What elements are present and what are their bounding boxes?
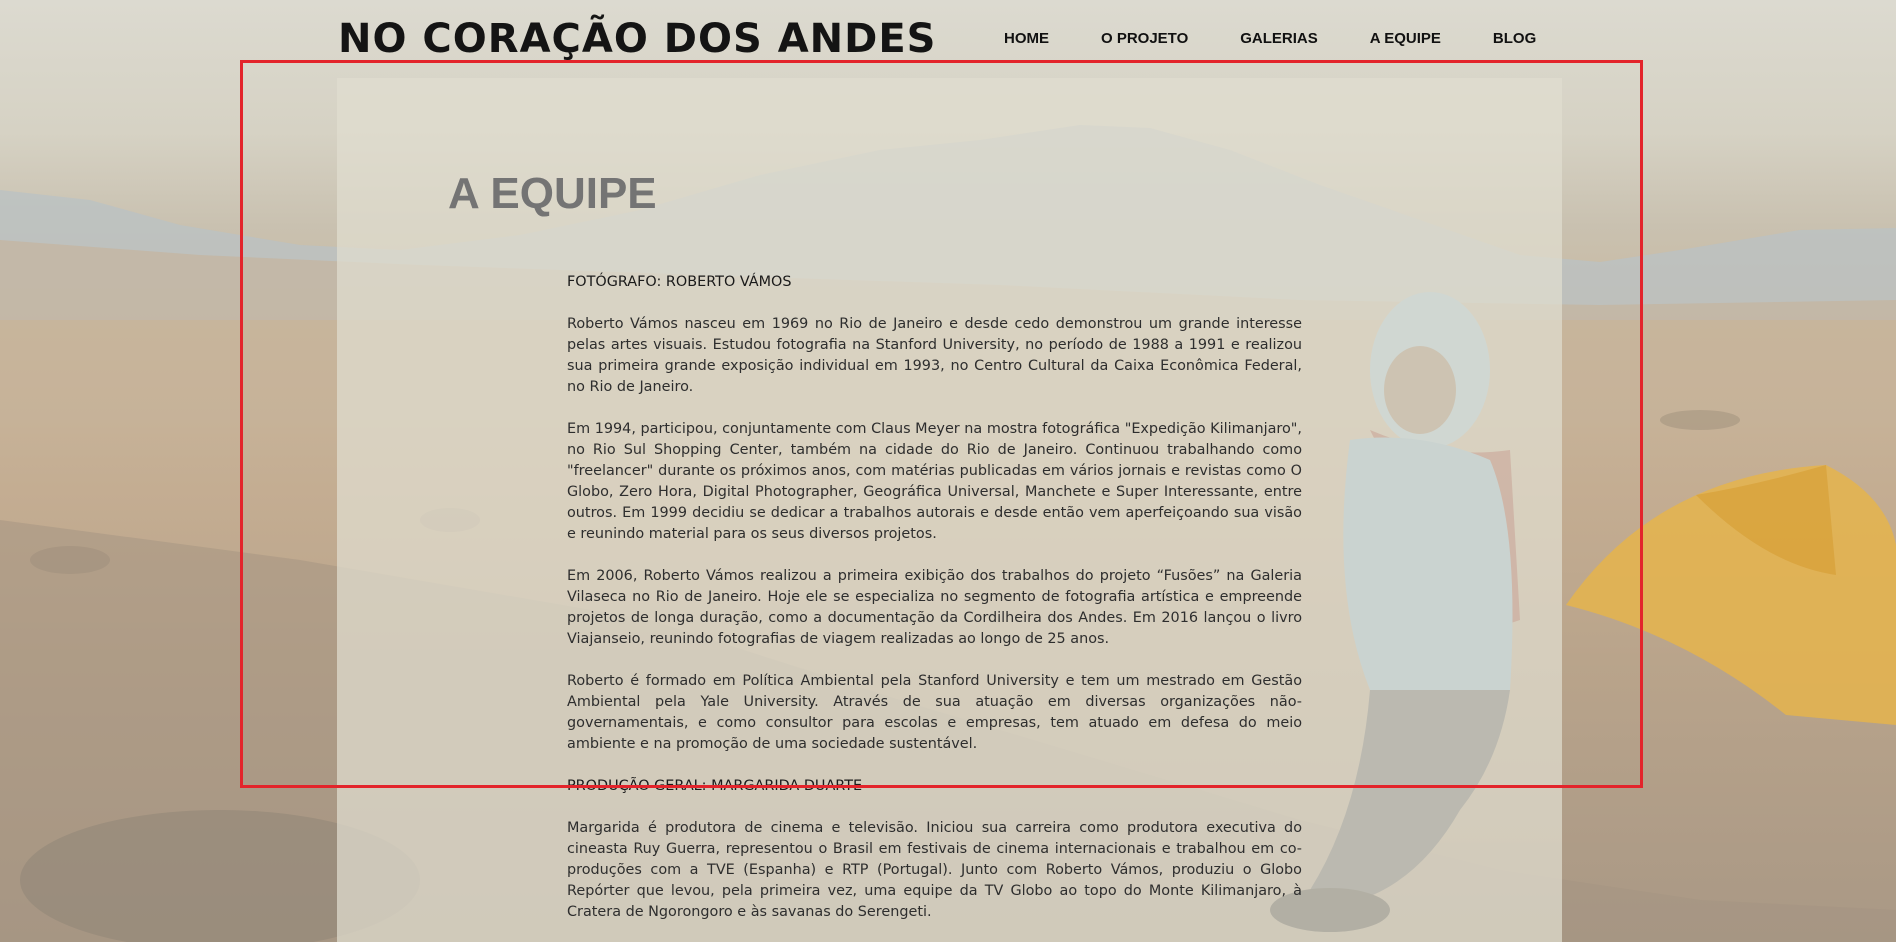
bio-paragraph: Em 1994, participou, conjuntamente com C… [567, 421, 1302, 542]
bio-paragraph: Roberto é formado em Política Ambiental … [567, 673, 1302, 752]
tent-image [1566, 465, 1896, 725]
member-heading: FOTÓGRAFO: ROBERTO VÁMOS [567, 274, 792, 290]
bio-paragraph: Em 2006, Roberto Vámos realizou a primei… [567, 568, 1302, 647]
nav-galerias[interactable]: GALERIAS [1240, 28, 1318, 50]
nav-a-equipe[interactable]: A EQUIPE [1370, 28, 1441, 50]
page: NO CORAÇÃO DOS ANDES HOME O PROJETO GALE… [0, 0, 1896, 942]
bio-paragraph: Roberto Vámos nasceu em 1969 no Rio de J… [567, 316, 1302, 395]
bio-paragraph: Margarida é produtora de cinema e televi… [567, 820, 1302, 920]
nav-home[interactable]: HOME [1004, 28, 1049, 50]
nav-blog[interactable]: BLOG [1493, 28, 1536, 50]
nav-o-projeto[interactable]: O PROJETO [1101, 28, 1188, 50]
team-bios: FOTÓGRAFO: ROBERTO VÁMOS Roberto Vámos n… [567, 272, 1302, 942]
site-title[interactable]: NO CORAÇÃO DOS ANDES [338, 14, 936, 64]
member-heading: PRODUÇÃO GERAL: MARGARIDA DUARTE [567, 778, 863, 794]
main-navigation: HOME O PROJETO GALERIAS A EQUIPE BLOG [1004, 28, 1536, 50]
section-title: A EQUIPE [448, 169, 657, 218]
